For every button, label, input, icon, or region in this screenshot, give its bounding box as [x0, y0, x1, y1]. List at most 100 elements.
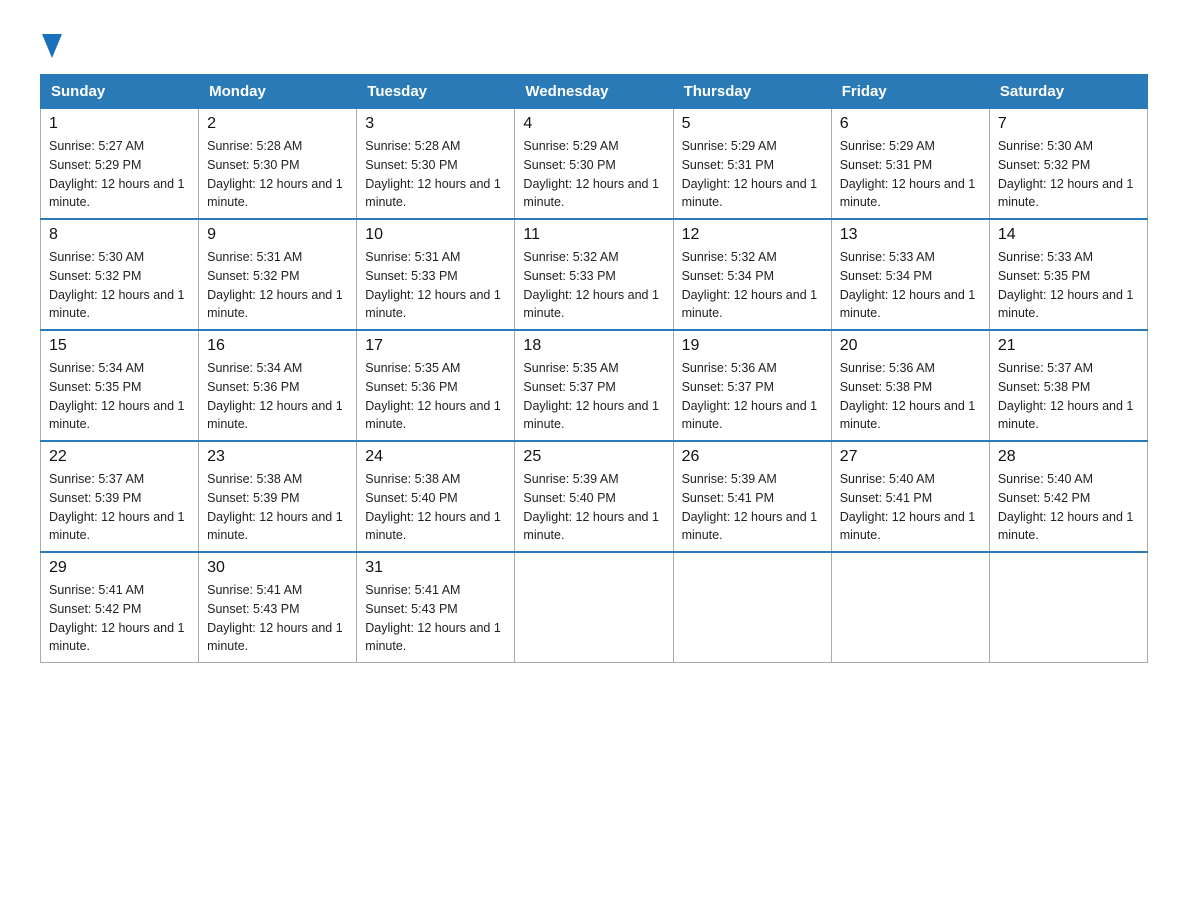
- day-number: 26: [682, 448, 823, 466]
- day-number: 17: [365, 337, 506, 355]
- day-number: 1: [49, 115, 190, 133]
- calendar-week-row: 29 Sunrise: 5:41 AMSunset: 5:42 PMDayligh…: [41, 552, 1148, 663]
- calendar-week-row: 8 Sunrise: 5:30 AMSunset: 5:32 PMDaylight…: [41, 219, 1148, 330]
- calendar-cell: 25 Sunrise: 5:39 AMSunset: 5:40 PMDayligh…: [515, 441, 673, 552]
- day-info: Sunrise: 5:28 AMSunset: 5:30 PMDaylight:…: [365, 137, 506, 212]
- day-number: 4: [523, 115, 664, 133]
- calendar-cell: 29 Sunrise: 5:41 AMSunset: 5:42 PMDayligh…: [41, 552, 199, 663]
- day-number: 20: [840, 337, 981, 355]
- calendar-cell: 28 Sunrise: 5:40 AMSunset: 5:42 PMDayligh…: [989, 441, 1147, 552]
- day-info: Sunrise: 5:31 AMSunset: 5:32 PMDaylight:…: [207, 248, 348, 323]
- calendar-week-row: 1Sunrise: 5:27 AMSunset: 5:29 PMDaylight…: [41, 109, 1148, 220]
- calendar-cell: 24Sunrise: 5:38 AMSunset: 5:40 PMDayligh…: [357, 441, 515, 552]
- day-number: 14: [998, 226, 1139, 244]
- day-info: Sunrise: 5:39 AMSunset: 5:40 PMDaylight:…: [523, 470, 664, 545]
- calendar-header-row: SundayMondayTuesdayWednesdayThursdayFrid…: [41, 75, 1148, 109]
- column-header-tuesday: Tuesday: [357, 75, 515, 109]
- calendar-cell: 15Sunrise: 5:34 AMSunset: 5:35 PMDayligh…: [41, 330, 199, 441]
- calendar-cell: 10 Sunrise: 5:31 AMSunset: 5:33 PMDayligh…: [357, 219, 515, 330]
- day-number: 16: [207, 337, 348, 355]
- column-header-thursday: Thursday: [673, 75, 831, 109]
- calendar-cell: [673, 552, 831, 663]
- day-number: 9: [207, 226, 348, 244]
- calendar-cell: 16 Sunrise: 5:34 AMSunset: 5:36 PMDayligh…: [199, 330, 357, 441]
- day-number: 29: [49, 559, 190, 577]
- day-info: Sunrise: 5:29 AMSunset: 5:30 PMDaylight:…: [523, 137, 664, 212]
- calendar-cell: 17Sunrise: 5:35 AMSunset: 5:36 PMDayligh…: [357, 330, 515, 441]
- day-info: Sunrise: 5:41 AMSunset: 5:42 PMDaylight:…: [49, 581, 190, 656]
- day-number: 2: [207, 115, 348, 133]
- day-info: Sunrise: 5:39 AMSunset: 5:41 PMDaylight:…: [682, 470, 823, 545]
- day-info: Sunrise: 5:30 AMSunset: 5:32 PMDaylight:…: [49, 248, 190, 323]
- day-number: 27: [840, 448, 981, 466]
- calendar-cell: 11Sunrise: 5:32 AMSunset: 5:33 PMDayligh…: [515, 219, 673, 330]
- column-header-sunday: Sunday: [41, 75, 199, 109]
- day-info: Sunrise: 5:40 AMSunset: 5:42 PMDaylight:…: [998, 470, 1139, 545]
- day-number: 10: [365, 226, 506, 244]
- page-header: [40, 30, 1148, 54]
- day-number: 28: [998, 448, 1139, 466]
- calendar-cell: [831, 552, 989, 663]
- day-number: 30: [207, 559, 348, 577]
- day-number: 22: [49, 448, 190, 466]
- day-number: 24: [365, 448, 506, 466]
- day-info: Sunrise: 5:36 AMSunset: 5:38 PMDaylight:…: [840, 359, 981, 434]
- day-info: Sunrise: 5:34 AMSunset: 5:35 PMDaylight:…: [49, 359, 190, 434]
- calendar-cell: 31 Sunrise: 5:41 AMSunset: 5:43 PMDayligh…: [357, 552, 515, 663]
- day-number: 21: [998, 337, 1139, 355]
- day-number: 31: [365, 559, 506, 577]
- calendar-cell: 8 Sunrise: 5:30 AMSunset: 5:32 PMDaylight…: [41, 219, 199, 330]
- calendar-cell: 26 Sunrise: 5:39 AMSunset: 5:41 PMDayligh…: [673, 441, 831, 552]
- column-header-monday: Monday: [199, 75, 357, 109]
- calendar-cell: 5 Sunrise: 5:29 AMSunset: 5:31 PMDaylight…: [673, 109, 831, 220]
- day-info: Sunrise: 5:38 AMSunset: 5:39 PMDaylight:…: [207, 470, 348, 545]
- day-info: Sunrise: 5:37 AMSunset: 5:38 PMDaylight:…: [998, 359, 1139, 434]
- logo: [40, 30, 62, 54]
- calendar-week-row: 22 Sunrise: 5:37 AMSunset: 5:39 PMDayligh…: [41, 441, 1148, 552]
- column-header-friday: Friday: [831, 75, 989, 109]
- column-header-saturday: Saturday: [989, 75, 1147, 109]
- day-number: 19: [682, 337, 823, 355]
- day-info: Sunrise: 5:32 AMSunset: 5:34 PMDaylight:…: [682, 248, 823, 323]
- calendar-cell: 3 Sunrise: 5:28 AMSunset: 5:30 PMDaylight…: [357, 109, 515, 220]
- calendar-cell: [989, 552, 1147, 663]
- day-number: 23: [207, 448, 348, 466]
- calendar-cell: 18Sunrise: 5:35 AMSunset: 5:37 PMDayligh…: [515, 330, 673, 441]
- calendar-cell: 12 Sunrise: 5:32 AMSunset: 5:34 PMDayligh…: [673, 219, 831, 330]
- calendar-cell: 23 Sunrise: 5:38 AMSunset: 5:39 PMDayligh…: [199, 441, 357, 552]
- calendar-cell: 22 Sunrise: 5:37 AMSunset: 5:39 PMDayligh…: [41, 441, 199, 552]
- day-info: Sunrise: 5:36 AMSunset: 5:37 PMDaylight:…: [682, 359, 823, 434]
- day-info: Sunrise: 5:33 AMSunset: 5:35 PMDaylight:…: [998, 248, 1139, 323]
- calendar-cell: 19 Sunrise: 5:36 AMSunset: 5:37 PMDayligh…: [673, 330, 831, 441]
- calendar-cell: 20 Sunrise: 5:36 AMSunset: 5:38 PMDayligh…: [831, 330, 989, 441]
- day-info: Sunrise: 5:30 AMSunset: 5:32 PMDaylight:…: [998, 137, 1139, 212]
- logo-triangle-icon: [42, 34, 62, 58]
- calendar-table: SundayMondayTuesdayWednesdayThursdayFrid…: [40, 74, 1148, 663]
- day-number: 6: [840, 115, 981, 133]
- calendar-cell: 27 Sunrise: 5:40 AMSunset: 5:41 PMDayligh…: [831, 441, 989, 552]
- day-info: Sunrise: 5:41 AMSunset: 5:43 PMDaylight:…: [365, 581, 506, 656]
- day-number: 13: [840, 226, 981, 244]
- day-info: Sunrise: 5:29 AMSunset: 5:31 PMDaylight:…: [682, 137, 823, 212]
- day-number: 7: [998, 115, 1139, 133]
- day-info: Sunrise: 5:37 AMSunset: 5:39 PMDaylight:…: [49, 470, 190, 545]
- day-info: Sunrise: 5:31 AMSunset: 5:33 PMDaylight:…: [365, 248, 506, 323]
- calendar-cell: 1Sunrise: 5:27 AMSunset: 5:29 PMDaylight…: [41, 109, 199, 220]
- calendar-cell: 7 Sunrise: 5:30 AMSunset: 5:32 PMDaylight…: [989, 109, 1147, 220]
- day-number: 5: [682, 115, 823, 133]
- day-info: Sunrise: 5:33 AMSunset: 5:34 PMDaylight:…: [840, 248, 981, 323]
- day-info: Sunrise: 5:28 AMSunset: 5:30 PMDaylight:…: [207, 137, 348, 212]
- calendar-cell: 13 Sunrise: 5:33 AMSunset: 5:34 PMDayligh…: [831, 219, 989, 330]
- day-info: Sunrise: 5:34 AMSunset: 5:36 PMDaylight:…: [207, 359, 348, 434]
- day-number: 8: [49, 226, 190, 244]
- calendar-cell: 2 Sunrise: 5:28 AMSunset: 5:30 PMDaylight…: [199, 109, 357, 220]
- day-number: 12: [682, 226, 823, 244]
- day-info: Sunrise: 5:35 AMSunset: 5:37 PMDaylight:…: [523, 359, 664, 434]
- calendar-cell: 21 Sunrise: 5:37 AMSunset: 5:38 PMDayligh…: [989, 330, 1147, 441]
- day-number: 3: [365, 115, 506, 133]
- calendar-cell: 9 Sunrise: 5:31 AMSunset: 5:32 PMDaylight…: [199, 219, 357, 330]
- day-number: 25: [523, 448, 664, 466]
- column-header-wednesday: Wednesday: [515, 75, 673, 109]
- calendar-cell: [515, 552, 673, 663]
- day-info: Sunrise: 5:40 AMSunset: 5:41 PMDaylight:…: [840, 470, 981, 545]
